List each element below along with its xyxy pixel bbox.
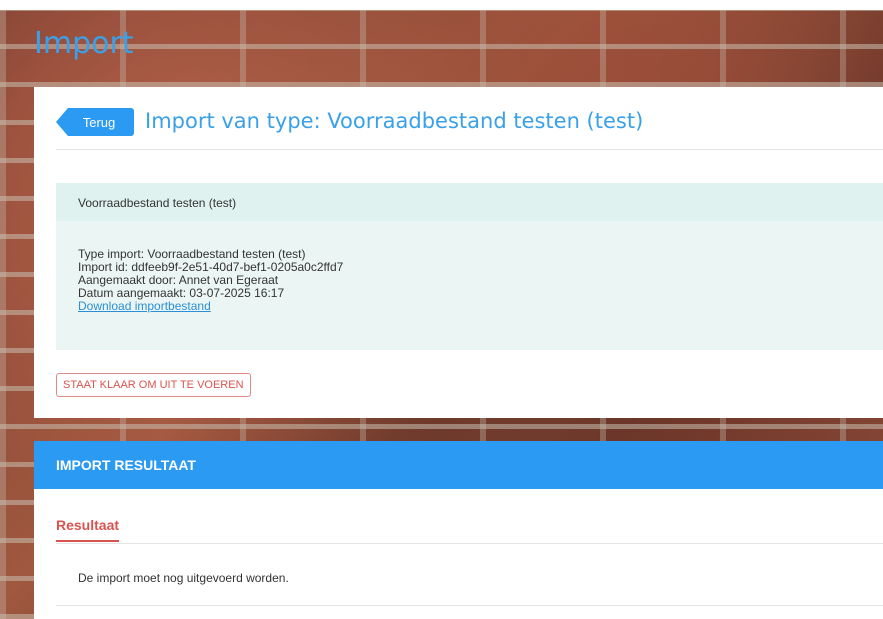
divider [56,543,883,544]
page-heading: Import [34,26,134,61]
info-body: Type import: Voorraadbestand testen (tes… [56,221,883,350]
import-title: Import van type: Voorraadbestand testen … [145,109,644,133]
result-panel: Resultaat De import moet nog uitgevoerd … [34,489,883,619]
info-header: Voorraadbestand testen (test) [56,183,883,221]
result-section-header: IMPORT RESULTAAT [34,441,883,489]
divider [56,149,883,150]
status-badge: STAAT KLAAR OM UIT TE VOEREN [56,373,251,397]
download-import-link[interactable]: Download importbestand [78,299,211,313]
import-details-panel: Terug Import van type: Voorraadbestand t… [34,87,883,418]
tab-resultaat[interactable]: Resultaat [56,517,120,542]
divider [56,605,883,606]
back-button[interactable]: Terug [56,108,134,136]
result-message: De import moet nog uitgevoerd worden. [78,571,289,585]
top-strip [0,0,883,10]
